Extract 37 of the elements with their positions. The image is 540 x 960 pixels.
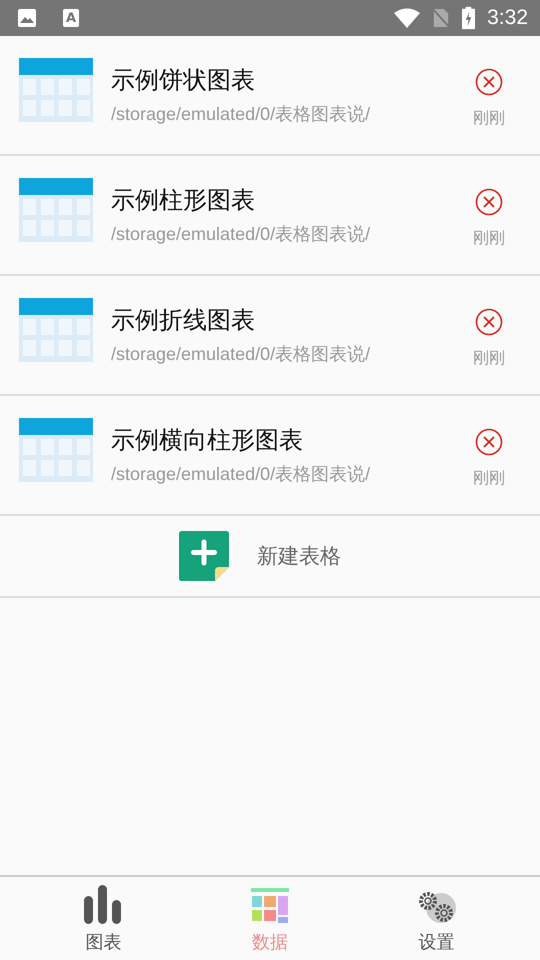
- table-icon: [19, 178, 93, 242]
- bar-chart-icon: [83, 884, 124, 924]
- file-name: 示例横向柱形图表: [111, 425, 304, 456]
- nav-tab[interactable]: 图表: [53, 877, 154, 960]
- table-icon: [19, 58, 93, 122]
- table-icon: [19, 298, 93, 362]
- file-time: 刚刚: [473, 108, 505, 128]
- file-path: /storage/emulated/0/表格图表说/: [111, 223, 372, 246]
- file-item[interactable]: 示例折线图表 /storage/emulated/0/表格图表说/ 刚刚: [0, 276, 540, 396]
- delete-icon[interactable]: [475, 428, 503, 456]
- delete-icon[interactable]: [475, 188, 503, 216]
- wifi-icon: [394, 8, 420, 28]
- new-table-button[interactable]: 新建表格: [0, 516, 540, 598]
- file-time: 刚刚: [473, 348, 505, 368]
- file-path: /storage/emulated/0/表格图表说/: [111, 463, 372, 486]
- file-name: 示例饼状图表: [111, 65, 256, 96]
- file-item[interactable]: 示例柱形图表 /storage/emulated/0/表格图表说/ 刚刚: [0, 156, 540, 276]
- battery-icon: [462, 6, 476, 30]
- file-path: /storage/emulated/0/表格图表说/: [111, 343, 372, 366]
- clock-time: 3:32: [487, 6, 528, 30]
- data-grid-icon: [250, 888, 289, 924]
- table-icon: [19, 418, 93, 482]
- notification-icon: A: [63, 9, 79, 27]
- delete-icon[interactable]: [475, 308, 503, 336]
- file-name: 示例折线图表: [111, 305, 256, 336]
- delete-icon[interactable]: [475, 68, 503, 96]
- file-path: /storage/emulated/0/表格图表说/: [111, 103, 372, 126]
- no-sim-icon: [432, 7, 450, 29]
- file-name: 示例柱形图表: [111, 185, 256, 216]
- image-icon: [17, 8, 37, 28]
- file-item[interactable]: 示例饼状图表 /storage/emulated/0/表格图表说/ 刚刚: [0, 36, 540, 156]
- file-time: 刚刚: [473, 228, 505, 248]
- nav-tab[interactable]: 设置: [386, 877, 487, 960]
- add-note-icon: [179, 531, 229, 581]
- gears-icon: [416, 890, 457, 924]
- file-item[interactable]: 示例横向柱形图表 /storage/emulated/0/表格图表说/ 刚刚: [0, 396, 540, 516]
- file-time: 刚刚: [473, 468, 505, 488]
